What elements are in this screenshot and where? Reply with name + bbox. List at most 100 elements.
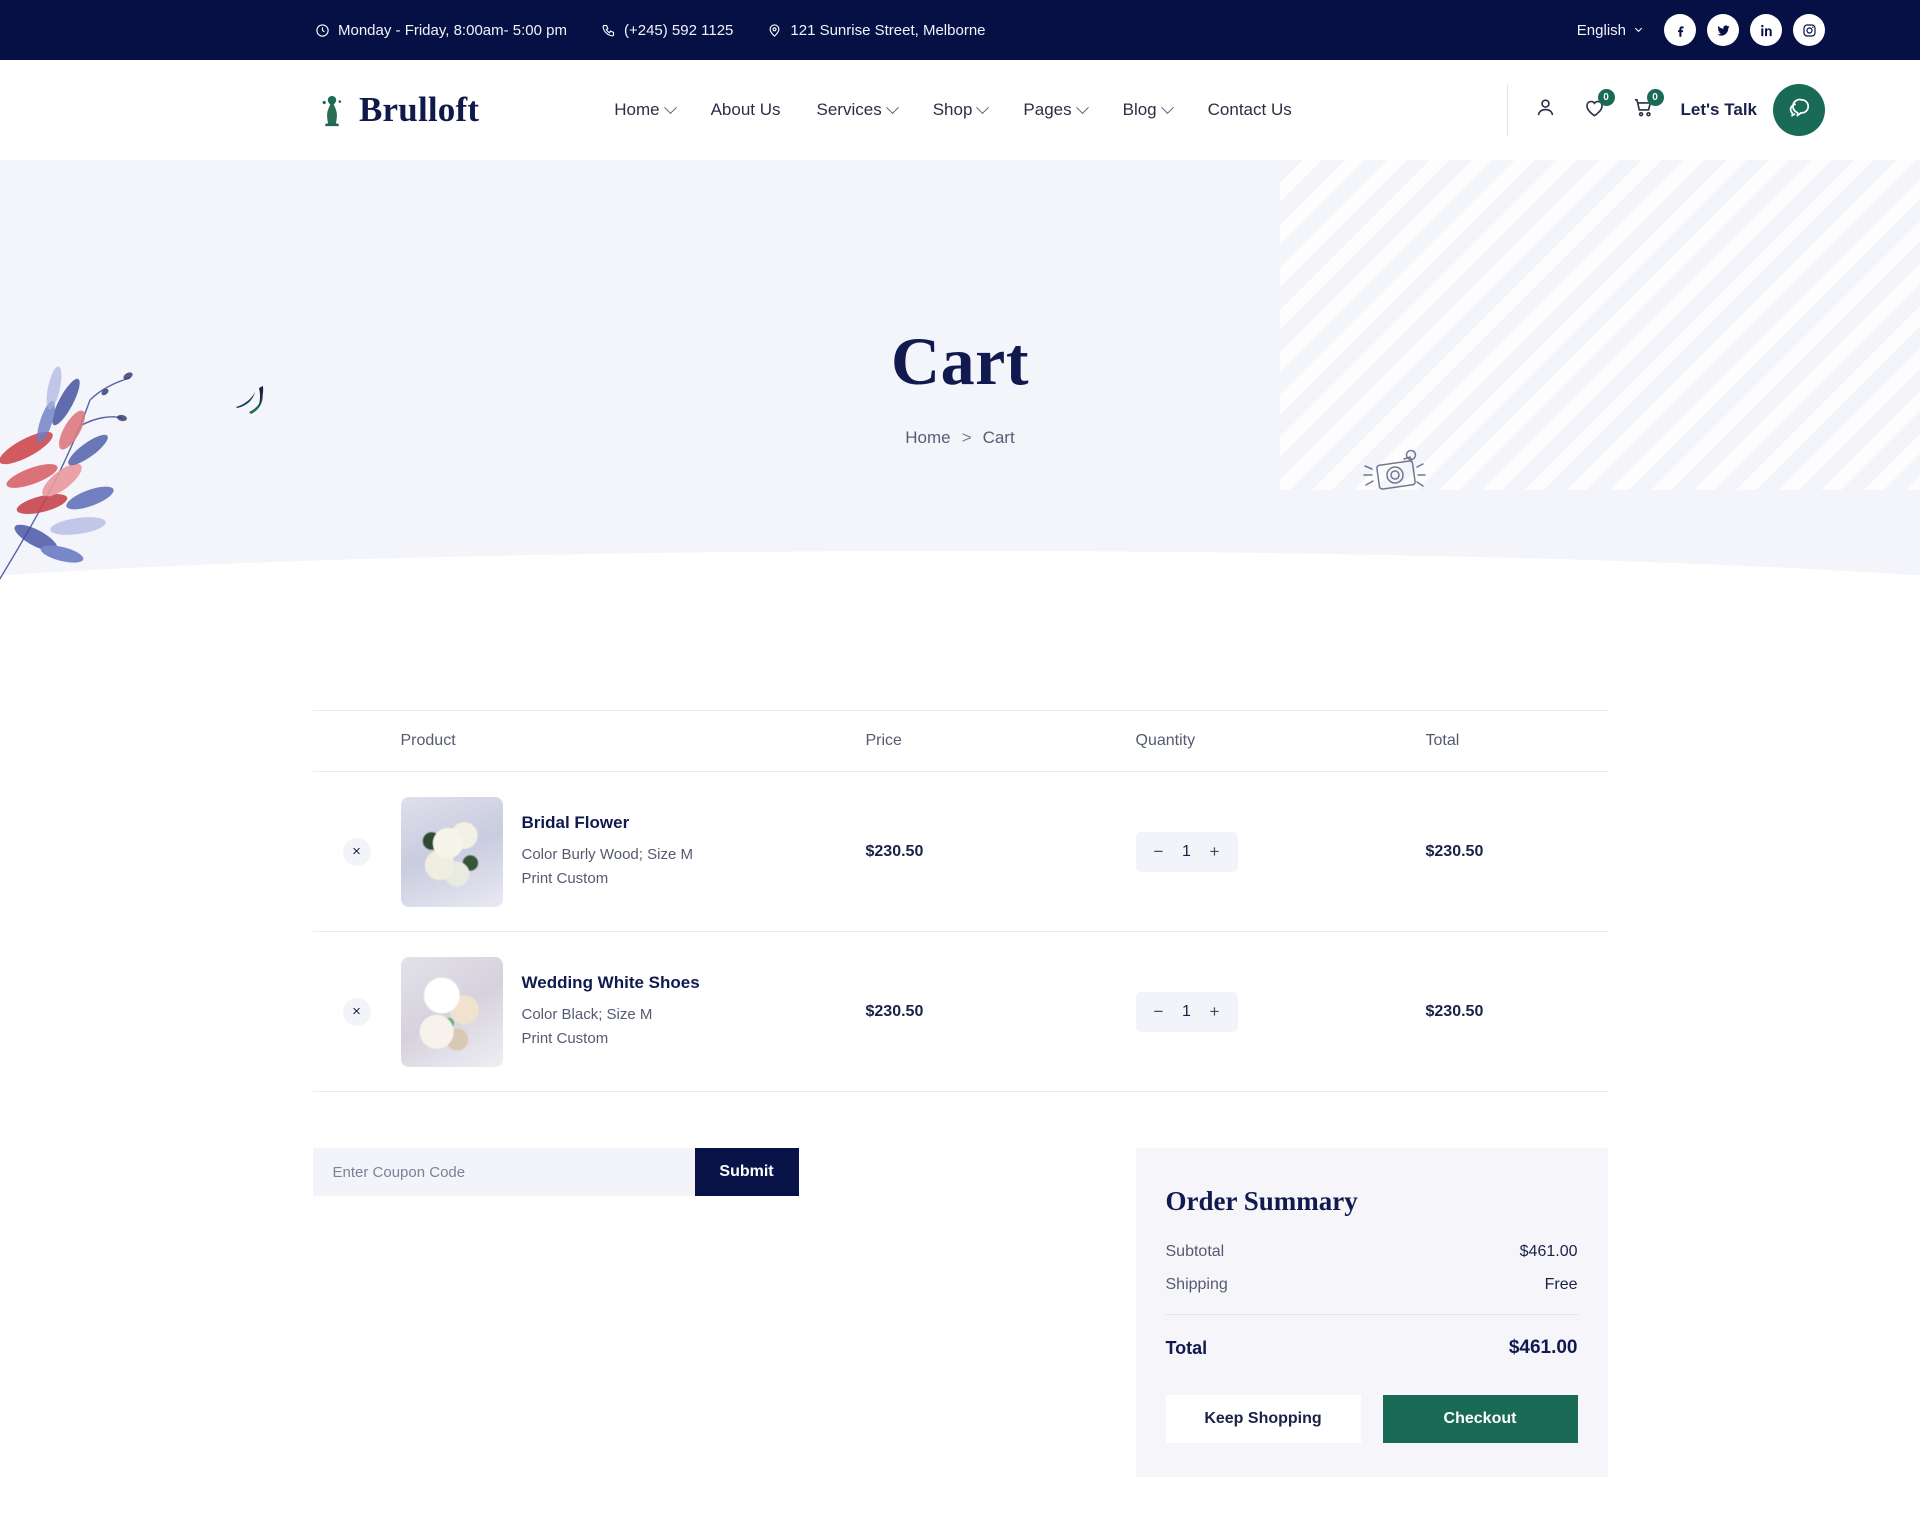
col-total-header: Total — [1425, 732, 1460, 749]
summary-divider — [1165, 1314, 1578, 1315]
total-value: $461.00 — [1508, 1337, 1578, 1358]
business-hours-text: Monday - Friday, 8:00am- 5:00 pm — [338, 21, 567, 39]
page-title: Cart — [891, 323, 1029, 399]
nav-label-shop: Shop — [932, 100, 973, 119]
table-row: × Bridal Flower Color Burly Wood; Size M… — [312, 772, 1608, 932]
chevron-down-icon — [976, 100, 990, 114]
nav-item-home[interactable]: Home — [614, 100, 677, 120]
facebook-icon[interactable] — [1664, 14, 1696, 46]
top-bar: Monday - Friday, 8:00am- 5:00 pm (+245) … — [0, 0, 1920, 60]
coupon-form: Submit — [312, 1148, 799, 1196]
remove-item-button[interactable]: × — [342, 997, 371, 1026]
subtotal-label: Subtotal — [1165, 1243, 1225, 1260]
coupon-submit-button[interactable]: Submit — [694, 1148, 799, 1196]
main-navigation: Home About Us Services Shop Pages Blog C… — [614, 100, 1292, 120]
product-total: $230.50 — [1425, 1002, 1484, 1020]
nav-item-services[interactable]: Services — [816, 100, 899, 120]
chevron-down-icon — [1075, 100, 1089, 114]
keep-shopping-button[interactable]: Keep Shopping — [1165, 1395, 1361, 1443]
product-variant: Color Black; Size M — [521, 1005, 653, 1023]
breadcrumb-separator: > — [961, 428, 972, 447]
subtotal-value: $461.00 — [1519, 1243, 1578, 1260]
total-cell: $230.50 — [1426, 1003, 1606, 1021]
quantity-value: 1 — [1182, 842, 1191, 860]
social-links — [1664, 14, 1825, 46]
quantity-decrease-button[interactable]: − — [1148, 1001, 1170, 1023]
chevron-down-icon — [1633, 22, 1644, 39]
col-product-header: Product — [400, 732, 456, 749]
top-bar-actions: English — [1577, 14, 1825, 46]
checkout-button[interactable]: Checkout — [1382, 1395, 1578, 1443]
location-pin-icon — [767, 23, 782, 38]
business-hours: Monday - Friday, 8:00am- 5:00 pm — [315, 22, 567, 39]
quantity-stepper[interactable]: − 1 + — [1135, 991, 1238, 1032]
chevron-down-icon — [885, 100, 899, 114]
quantity-stepper[interactable]: − 1 + — [1135, 831, 1238, 872]
quantity-cell: − 1 + — [1135, 991, 1426, 1032]
product-price: $230.50 — [865, 1002, 924, 1020]
nav-item-about-us[interactable]: About Us — [711, 100, 781, 120]
quantity-decrease-button[interactable]: − — [1148, 841, 1170, 863]
remove-item-button[interactable]: × — [342, 837, 371, 866]
total-label: Total — [1165, 1337, 1208, 1358]
order-summary-title: Order Summary — [1165, 1186, 1358, 1216]
shipping-label: Shipping — [1165, 1276, 1228, 1293]
twitter-icon[interactable] — [1707, 14, 1739, 46]
shipping-row: Shipping Free — [1166, 1276, 1578, 1294]
cart-count-badge: 0 — [1646, 89, 1664, 106]
wishlist-icon[interactable]: 0 — [1583, 89, 1615, 124]
wishlist-count-badge: 0 — [1597, 89, 1615, 106]
linkedin-icon[interactable] — [1750, 14, 1782, 46]
nav-label-home: Home — [614, 100, 660, 119]
subtotal-row: Subtotal $461.00 — [1166, 1243, 1578, 1261]
botanical-illustration — [0, 330, 160, 600]
order-summary-panel: Order Summary Subtotal $461.00 Shipping … — [1135, 1148, 1608, 1477]
nav-item-contact-us[interactable]: Contact Us — [1208, 100, 1292, 120]
chevron-down-icon — [1160, 100, 1174, 114]
nav-item-blog[interactable]: Blog — [1123, 100, 1174, 120]
cart-icon[interactable]: 0 — [1632, 89, 1664, 124]
product-thumbnail — [400, 956, 503, 1067]
chevron-down-icon — [663, 100, 677, 114]
price-cell: $230.50 — [866, 1003, 1136, 1021]
clock-icon — [315, 23, 330, 38]
cart-table: Product Price Quantity Total × Bridal Fl… — [312, 710, 1608, 1092]
nav-label-about-us: About Us — [710, 100, 781, 119]
col-price-header: Price — [865, 732, 902, 749]
total-cell: $230.50 — [1426, 843, 1606, 861]
coupon-input[interactable] — [312, 1148, 695, 1196]
remove-cell: × — [313, 837, 401, 866]
phone-text: (+245) 592 1125 — [623, 21, 734, 39]
cart-content: Product Price Quantity Total × Bridal Fl… — [310, 610, 1610, 1537]
language-selector[interactable]: English — [1577, 22, 1644, 39]
breadcrumb-home[interactable]: Home — [905, 428, 950, 448]
quantity-value: 1 — [1182, 1002, 1191, 1020]
cart-bottom-section: Submit Order Summary Subtotal $461.00 Sh… — [312, 1148, 1608, 1477]
nav-item-shop[interactable]: Shop — [932, 100, 990, 120]
product-print-option: Print Custom — [521, 1029, 609, 1047]
quantity-increase-button[interactable]: + — [1204, 841, 1226, 863]
shipping-value: Free — [1544, 1276, 1578, 1293]
brand-mark-icon — [315, 90, 349, 130]
lets-talk-label[interactable]: Let's Talk — [1681, 100, 1757, 120]
account-icon[interactable] — [1534, 96, 1557, 124]
product-cell: Wedding White Shoes Color Black; Size M … — [400, 956, 866, 1067]
phone-info[interactable]: (+245) 592 1125 — [601, 22, 733, 39]
price-cell: $230.50 — [866, 843, 1136, 861]
quantity-increase-button[interactable]: + — [1204, 1001, 1226, 1023]
nav-label-services: Services — [816, 100, 882, 119]
col-quantity-header: Quantity — [1135, 732, 1196, 749]
address-info: 121 Sunrise Street, Melborne — [767, 22, 986, 39]
product-name[interactable]: Bridal Flower — [522, 813, 693, 833]
instagram-icon[interactable] — [1793, 14, 1825, 46]
logo[interactable]: Brulloft — [315, 90, 479, 130]
chat-button[interactable] — [1773, 84, 1825, 136]
nav-item-pages[interactable]: Pages — [1023, 100, 1089, 120]
quantity-cell: − 1 + — [1135, 831, 1426, 872]
cart-table-header: Product Price Quantity Total — [312, 710, 1608, 772]
page-hero: Cart Home > Cart — [0, 160, 1920, 610]
total-row: Total $461.00 — [1166, 1337, 1578, 1359]
product-thumbnail — [400, 796, 503, 907]
hero-curve — [0, 551, 1920, 610]
product-name[interactable]: Wedding White Shoes — [522, 973, 700, 993]
